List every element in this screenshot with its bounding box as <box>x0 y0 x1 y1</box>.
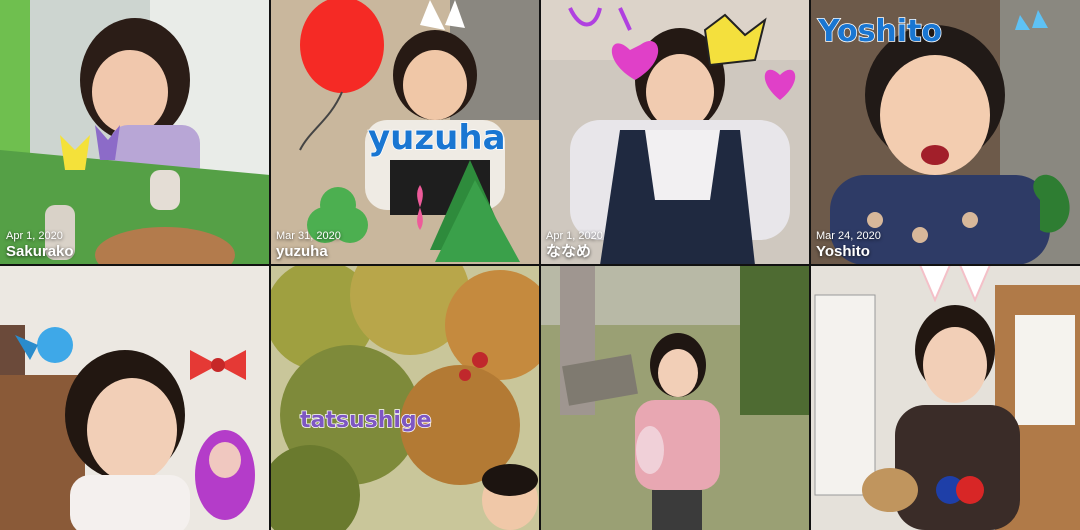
name-sticker: tatsushige <box>299 407 432 434</box>
photo-tile-5[interactable] <box>0 265 270 530</box>
photo-image <box>540 0 810 265</box>
name-sticker: yuzuha <box>367 117 506 159</box>
photo-tile-yuzuha[interactable]: yuzuha Mar 31, 2020 yuzuha <box>270 0 540 265</box>
photo-caption: ななめ <box>546 243 592 260</box>
photo-tile-tatsushige[interactable]: tatsushige <box>270 265 540 530</box>
photo-caption: yuzuha <box>276 243 328 260</box>
photo-image <box>540 265 810 530</box>
photo-caption: Sakurako <box>6 243 74 260</box>
photo-tile-8[interactable] <box>810 265 1080 530</box>
photo-image <box>810 265 1080 530</box>
photo-date: Apr 1, 2020 <box>546 230 603 242</box>
photo-date: Apr 1, 2020 <box>6 230 63 242</box>
photo-image <box>270 265 540 530</box>
photo-tile-yoshito[interactable]: Yoshito Mar 24, 2020 Yoshito <box>810 0 1080 265</box>
photo-tile-naname[interactable]: Apr 1, 2020 ななめ <box>540 0 810 265</box>
photo-date: Mar 31, 2020 <box>276 230 341 242</box>
photo-tile-7[interactable] <box>540 265 810 530</box>
photo-caption: Yoshito <box>816 243 870 260</box>
photo-image <box>0 0 270 265</box>
photo-tile-sakurako[interactable]: Apr 1, 2020 Sakurako <box>0 0 270 265</box>
name-sticker: Yoshito <box>817 13 943 50</box>
photo-grid: Apr 1, 2020 Sakurako yuzuha Mar 31, 2020 <box>0 0 1080 530</box>
grid-divider <box>0 264 1080 266</box>
photo-date: Mar 24, 2020 <box>816 230 881 242</box>
photo-image <box>0 265 270 530</box>
